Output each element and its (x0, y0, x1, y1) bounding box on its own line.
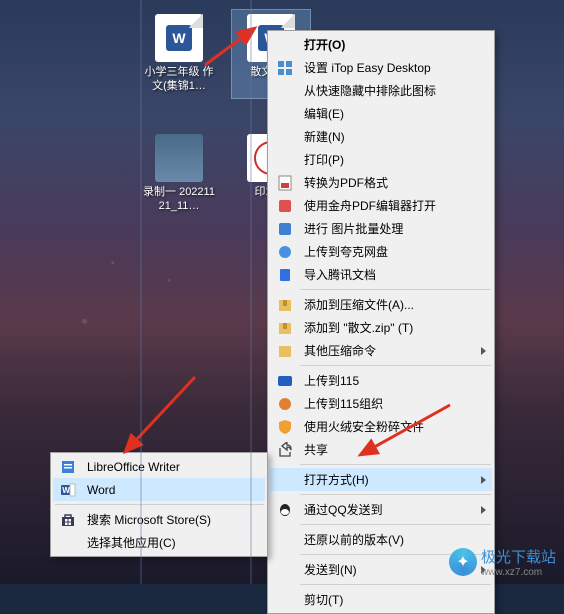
context-menu: 打开(O) 设置 iTop Easy Desktop 从快速隐藏中排除此图标 编… (267, 30, 495, 614)
menu-label: LibreOffice Writer (87, 460, 180, 474)
menu-separator (300, 584, 491, 585)
archive-icon (277, 297, 293, 313)
menu-label: 编辑(E) (304, 105, 344, 122)
watermark-logo-icon: ✦ (449, 548, 477, 576)
app-libreoffice-writer[interactable]: LibreOffice Writer (53, 455, 265, 478)
menu-open-with[interactable]: 打开方式(H) (270, 468, 492, 491)
menu-label: 从快速隐藏中排除此图标 (304, 82, 436, 99)
menu-upload-115-org[interactable]: 上传到115组织 (270, 392, 492, 415)
pdf-icon (277, 175, 293, 191)
watermark-site: 极光下载站 (481, 546, 556, 567)
watermark: ✦ 极光下载站 www.xz7.com (449, 546, 556, 578)
submenu-arrow-icon (481, 476, 486, 484)
menu-label: 共享 (304, 441, 328, 458)
svg-text:W: W (62, 486, 70, 495)
menu-label: 使用金舟PDF编辑器打开 (304, 197, 436, 214)
menu-exclude-icon[interactable]: 从快速隐藏中排除此图标 (270, 79, 492, 102)
desktop-file-video[interactable]: 录制一 20221121_11… (140, 130, 218, 218)
menu-label: 转换为PDF格式 (304, 174, 388, 191)
menu-batch-image[interactable]: 进行 图片批量处理 (270, 217, 492, 240)
menu-label: 添加到 "散文.zip" (T) (304, 319, 413, 336)
menu-share[interactable]: 共享 (270, 438, 492, 461)
share-icon (277, 442, 293, 458)
menu-label: 导入腾讯文档 (304, 266, 376, 283)
menu-label: 上传到夸克网盘 (304, 243, 388, 260)
menu-separator (300, 494, 491, 495)
menu-label: 上传到115 (304, 372, 359, 389)
menu-label: 上传到115组织 (304, 395, 383, 412)
app-choose-other[interactable]: 选择其他应用(C) (53, 531, 265, 554)
grid-icon (277, 60, 293, 76)
app-search-store[interactable]: 搜索 Microsoft Store(S) (53, 508, 265, 531)
menu-new[interactable]: 新建(N) (270, 125, 492, 148)
menu-add-zip[interactable]: 添加到 "散文.zip" (T) (270, 316, 492, 339)
menu-print[interactable]: 打印(P) (270, 148, 492, 171)
menu-quark-upload[interactable]: 上传到夸克网盘 (270, 240, 492, 263)
menu-add-archive[interactable]: 添加到压缩文件(A)... (270, 293, 492, 316)
desktop-wallpaper: W 小学三年级 作文(集锦1… W 散文.c… 录制一 20221121_11…… (0, 0, 564, 584)
image-batch-icon (277, 221, 293, 237)
115-icon (277, 373, 293, 389)
libreoffice-icon (60, 459, 76, 475)
word-app-icon: W (60, 482, 76, 498)
menu-edit[interactable]: 编辑(E) (270, 102, 492, 125)
menu-label: 打开方式(H) (304, 471, 369, 488)
app-word[interactable]: W Word (53, 478, 265, 501)
submenu-arrow-icon (481, 347, 486, 355)
menu-separator (300, 289, 491, 290)
menu-upload-115[interactable]: 上传到115 (270, 369, 492, 392)
menu-label: 设置 iTop Easy Desktop (304, 59, 431, 76)
shield-icon (277, 419, 293, 435)
file-label: 录制一 20221121_11… (140, 186, 218, 214)
word-doc-icon: W (155, 14, 203, 62)
menu-open[interactable]: 打开(O) (270, 33, 492, 56)
menu-label: 打印(P) (304, 151, 344, 168)
desktop-file-word-1[interactable]: W 小学三年级 作文(集锦1… (140, 10, 218, 98)
menu-label: 新建(N) (304, 128, 345, 145)
pdf-editor-icon (277, 198, 293, 214)
annotation-arrow (115, 372, 205, 462)
menu-qq-send[interactable]: 通过QQ发送到 (270, 498, 492, 521)
zip-icon (277, 320, 293, 336)
menu-jinzhou-pdf[interactable]: 使用金舟PDF编辑器打开 (270, 194, 492, 217)
menu-label: 剪切(T) (304, 591, 343, 608)
menu-label: 使用火绒安全粉碎文件 (304, 418, 424, 435)
menu-other-compress[interactable]: 其他压缩命令 (270, 339, 492, 362)
menu-label: 还原以前的版本(V) (304, 531, 404, 548)
menu-label: 通过QQ发送到 (304, 501, 383, 518)
ms-store-icon (60, 512, 76, 528)
menu-label: 发送到(N) (304, 561, 357, 578)
tencent-doc-icon (277, 267, 293, 283)
open-with-submenu: LibreOffice Writer W Word 搜索 Microsoft St… (50, 452, 268, 557)
archive-icon (277, 343, 293, 359)
menu-separator (300, 464, 491, 465)
115-org-icon (277, 396, 293, 412)
menu-itop-desktop[interactable]: 设置 iTop Easy Desktop (270, 56, 492, 79)
menu-to-pdf[interactable]: 转换为PDF格式 (270, 171, 492, 194)
menu-separator (300, 365, 491, 366)
menu-label: 搜索 Microsoft Store(S) (87, 511, 211, 528)
menu-label: 打开(O) (304, 36, 345, 53)
video-thumb-icon (155, 134, 203, 182)
menu-label: 进行 图片批量处理 (304, 220, 403, 237)
menu-label: Word (87, 483, 115, 497)
menu-label: 其他压缩命令 (304, 342, 376, 359)
menu-cut[interactable]: 剪切(T) (270, 588, 492, 611)
menu-huorong-shred[interactable]: 使用火绒安全粉碎文件 (270, 415, 492, 438)
file-label: 小学三年级 作文(集锦1… (140, 66, 218, 94)
qq-icon (277, 502, 293, 518)
cloud-icon (277, 244, 293, 260)
menu-label: 添加到压缩文件(A)... (304, 296, 414, 313)
menu-label: 选择其他应用(C) (87, 534, 176, 551)
menu-separator (55, 504, 264, 505)
menu-tencent-doc[interactable]: 导入腾讯文档 (270, 263, 492, 286)
watermark-url: www.xz7.com (481, 567, 556, 578)
submenu-arrow-icon (481, 506, 486, 514)
menu-separator (300, 524, 491, 525)
